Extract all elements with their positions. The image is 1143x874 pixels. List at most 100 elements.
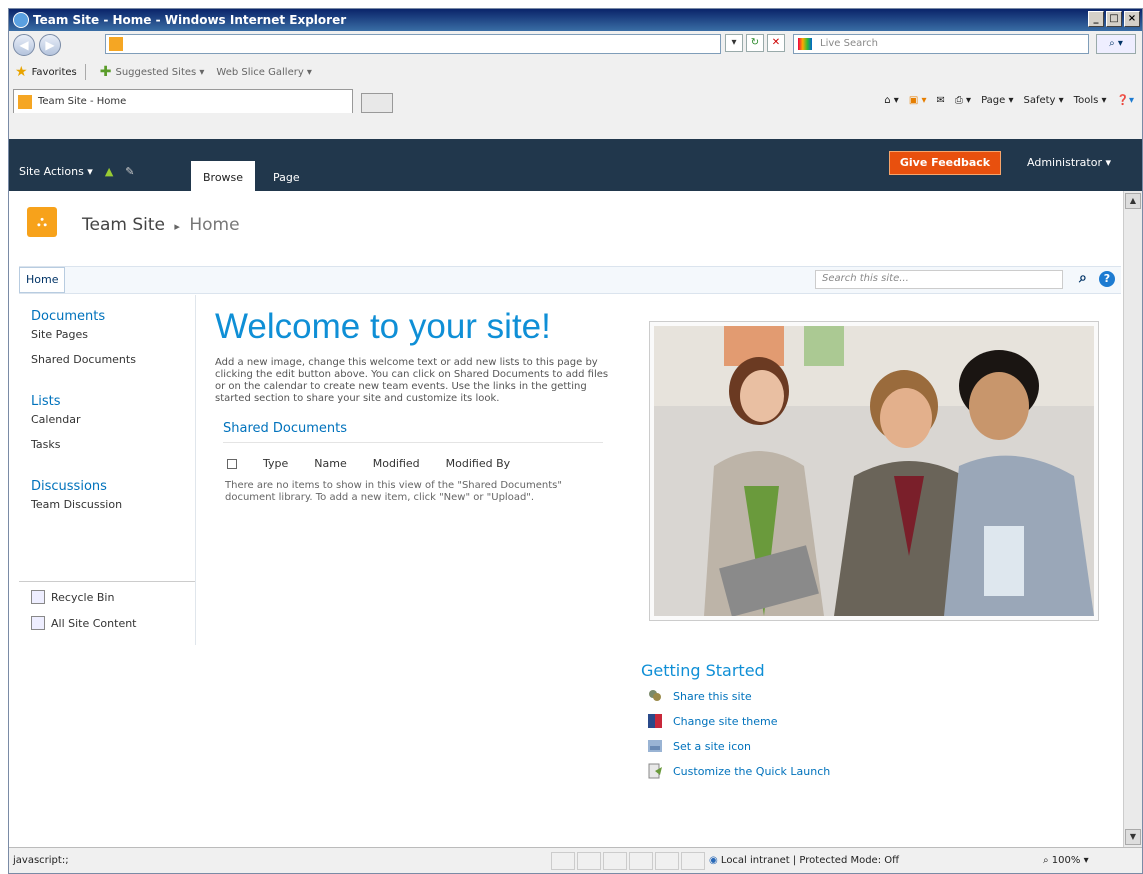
- page-content: ⛬ Team Site ▸ Home Home Search this site…: [9, 191, 1123, 847]
- user-menu[interactable]: Administrator ▾: [1027, 156, 1111, 169]
- site-logo-icon[interactable]: ⛬: [27, 207, 57, 237]
- ql-shared-documents[interactable]: Shared Documents: [31, 353, 195, 366]
- command-bar: ⌂ ▾ ▣ ▾ ✉ ⎙ ▾ Page ▾ Safety ▾ Tools ▾ ❓▾: [884, 95, 1134, 106]
- all-site-content-icon: [31, 616, 45, 630]
- site-search-input[interactable]: Search this site...: [815, 270, 1063, 289]
- zoom-icon: ⌕: [1043, 855, 1049, 866]
- mail-icon[interactable]: ✉: [936, 95, 944, 106]
- live-search-placeholder: Live Search: [820, 38, 878, 49]
- suggested-sites-link[interactable]: Suggested Sites ▾: [115, 67, 204, 78]
- shared-documents-title[interactable]: Shared Documents: [223, 421, 603, 443]
- quick-launch: Documents Site Pages Shared Documents Li…: [19, 295, 196, 645]
- navigate-up-icon[interactable]: ▲: [105, 165, 113, 178]
- status-slot: [629, 852, 653, 870]
- vertical-scrollbar[interactable]: ▲ ▼: [1123, 191, 1142, 847]
- col-modified-by[interactable]: Modified By: [446, 457, 511, 470]
- back-button[interactable]: ◀: [13, 34, 35, 56]
- ql-bottom: Recycle Bin All Site Content: [19, 581, 195, 642]
- ribbon-left: Site Actions ▾ ▲ ✎: [19, 165, 135, 178]
- empty-message: There are no items to show in this view …: [225, 480, 562, 503]
- divider: [84, 64, 86, 80]
- home-icon[interactable]: ⌂ ▾: [884, 95, 899, 106]
- tools-menu[interactable]: Tools ▾: [1074, 95, 1107, 106]
- live-search-input[interactable]: Live Search: [793, 34, 1089, 54]
- col-name[interactable]: Name: [314, 457, 346, 470]
- new-tab-button[interactable]: [361, 93, 393, 113]
- favorites-star-icon: ★: [15, 64, 28, 80]
- address-bar[interactable]: [105, 34, 721, 54]
- live-search-logo-icon: [798, 38, 812, 50]
- breadcrumb-current: Home: [189, 215, 240, 235]
- ql-documents-heading[interactable]: Documents: [31, 309, 195, 324]
- getting-started: Getting Started Share this site Change s…: [641, 661, 830, 788]
- welcome-heading: Welcome to your site!: [215, 307, 551, 346]
- ql-all-site-content[interactable]: All Site Content: [31, 616, 195, 630]
- add-favorite-icon[interactable]: ✚: [100, 64, 112, 80]
- nav-home[interactable]: Home: [19, 267, 66, 293]
- zoom-control[interactable]: ⌕ 100% ▾: [1043, 855, 1089, 866]
- help-button-icon[interactable]: ?: [1099, 271, 1115, 287]
- forward-button[interactable]: ▶: [39, 34, 61, 56]
- share-site-label: Share this site: [673, 689, 752, 703]
- scroll-up-icon[interactable]: ▲: [1125, 193, 1141, 209]
- search-go-button[interactable]: ⌕ ▾: [1096, 34, 1136, 54]
- status-slot: [681, 852, 705, 870]
- tab-page[interactable]: Page: [261, 161, 312, 191]
- ql-site-pages[interactable]: Site Pages: [31, 328, 195, 341]
- search-icon[interactable]: ⌕: [1079, 270, 1087, 286]
- globe-icon: ◉: [709, 855, 718, 866]
- site-header: ⛬ Team Site ▸ Home: [9, 191, 1123, 261]
- security-zone[interactable]: ◉ Local intranet | Protected Mode: Off: [709, 855, 899, 866]
- help-icon[interactable]: ❓▾: [1117, 95, 1134, 106]
- col-modified[interactable]: Modified: [373, 457, 420, 470]
- print-icon[interactable]: ⎙ ▾: [955, 95, 971, 106]
- ql-lists-heading[interactable]: Lists: [31, 394, 195, 409]
- maximize-button[interactable]: □: [1106, 11, 1122, 27]
- refresh-icon[interactable]: ↻: [746, 34, 764, 52]
- tab-browse[interactable]: Browse: [191, 161, 256, 191]
- favorites-button[interactable]: Favorites: [32, 67, 77, 78]
- status-bar: javascript:; ◉ Local intranet | Protecte…: [9, 847, 1142, 873]
- site-actions-menu[interactable]: Site Actions ▾: [19, 165, 93, 178]
- close-button[interactable]: ×: [1124, 11, 1140, 27]
- set-site-icon-link[interactable]: Set a site icon: [647, 738, 830, 754]
- tab-title: Team Site - Home: [38, 96, 127, 107]
- ql-team-discussion[interactable]: Team Discussion: [31, 498, 195, 511]
- give-feedback-button[interactable]: Give Feedback: [889, 151, 1001, 175]
- ql-recycle-bin[interactable]: Recycle Bin: [31, 590, 195, 604]
- status-slot: [603, 852, 627, 870]
- zoom-level: 100%: [1051, 855, 1081, 866]
- browser-tab[interactable]: Team Site - Home: [13, 89, 353, 113]
- chevron-down-icon: ▾: [1083, 855, 1089, 866]
- col-type[interactable]: Type: [263, 457, 288, 470]
- breadcrumb-site[interactable]: Team Site: [82, 215, 165, 235]
- ribbon: Site Actions ▾ ▲ ✎ Browse Page Give Feed…: [9, 139, 1142, 191]
- address-tools: ▾ ↻ ✕: [725, 34, 785, 52]
- feeds-icon[interactable]: ▣ ▾: [909, 95, 927, 106]
- window-controls: _ □ ×: [1088, 11, 1140, 27]
- recycle-bin-label: Recycle Bin: [51, 590, 115, 604]
- scroll-down-icon[interactable]: ▼: [1125, 829, 1141, 845]
- change-theme-link[interactable]: Change site theme: [647, 713, 830, 729]
- share-site-link[interactable]: Share this site: [647, 688, 830, 704]
- ql-calendar[interactable]: Calendar: [31, 413, 195, 426]
- address-row: ◀ ▶ ▾ ↻ ✕ Live Search ⌕ ▾: [9, 31, 1142, 59]
- welcome-text: Add a new image, change this welcome tex…: [215, 357, 609, 404]
- status-text: javascript:;: [13, 855, 69, 866]
- ie-logo-icon: [13, 12, 29, 28]
- tab-row: Team Site - Home ⌂ ▾ ▣ ▾ ✉ ⎙ ▾ Page ▾ Sa…: [9, 85, 1142, 117]
- ql-discussions-heading[interactable]: Discussions: [31, 479, 195, 494]
- edit-page-icon[interactable]: ✎: [125, 165, 134, 178]
- stop-icon[interactable]: ✕: [767, 34, 785, 52]
- dropdown-icon[interactable]: ▾: [725, 34, 743, 52]
- safety-menu[interactable]: Safety ▾: [1023, 95, 1063, 106]
- select-all-checkbox[interactable]: [227, 458, 237, 469]
- title-bar: Team Site - Home - Windows Internet Expl…: [9, 9, 1142, 31]
- page-menu[interactable]: Page ▾: [981, 95, 1013, 106]
- ql-tasks[interactable]: Tasks: [31, 438, 195, 451]
- web-slice-gallery-link[interactable]: Web Slice Gallery ▾: [216, 67, 312, 78]
- minimize-button[interactable]: _: [1088, 11, 1104, 27]
- breadcrumb: Team Site ▸ Home: [82, 215, 240, 235]
- change-theme-label: Change site theme: [673, 714, 778, 728]
- customize-quick-launch-link[interactable]: Customize the Quick Launch: [647, 763, 830, 779]
